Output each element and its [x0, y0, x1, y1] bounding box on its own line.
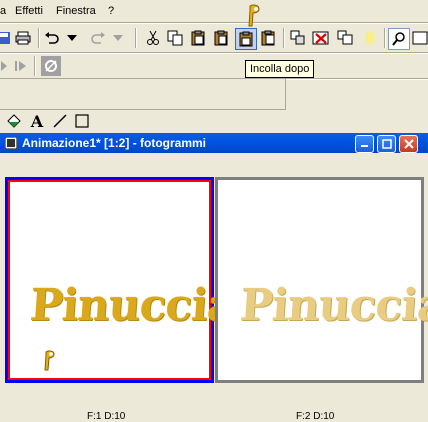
paste-icon[interactable]: [211, 28, 231, 48]
frame-thumbnail-2[interactable]: Pinuccia: [215, 177, 428, 383]
play-icon[interactable]: [11, 56, 31, 76]
fill-bucket-icon[interactable]: [4, 111, 24, 131]
property-bar: [0, 79, 286, 110]
delete-frame-icon[interactable]: [311, 28, 331, 48]
wizard-icon[interactable]: [360, 28, 380, 48]
maximize-button[interactable]: [377, 135, 396, 153]
paste-after-icon[interactable]: [235, 28, 257, 50]
cut-icon[interactable]: [143, 28, 163, 48]
insert-frame-icon[interactable]: [335, 28, 355, 48]
undo-icon[interactable]: [42, 28, 62, 48]
menu-effects[interactable]: Effetti: [15, 5, 43, 17]
drawing-toolbar: A: [0, 110, 110, 132]
duplicate-frame-icon[interactable]: [288, 28, 308, 48]
frame-1-caption: F:1 D:10: [87, 411, 126, 422]
undo-dropdown-icon[interactable]: [62, 28, 82, 48]
animation-window: Animazione1* [1:2] - fotogrammi Pinuccia…: [0, 133, 428, 422]
redo-dropdown-icon[interactable]: [108, 28, 128, 48]
line-tool-icon[interactable]: [50, 111, 70, 131]
text-tool-icon[interactable]: A: [27, 111, 47, 131]
standard-toolbar: [0, 24, 428, 52]
redo-icon[interactable]: [88, 28, 108, 48]
playback-toolbar: [0, 54, 428, 78]
frame-2-text: Pinuccia: [238, 280, 428, 331]
view-icon[interactable]: [410, 28, 428, 48]
window-title: Animazione1* [1:2] - fotogrammi: [22, 136, 207, 150]
frame-1-text: Pinuccia: [28, 280, 237, 331]
frames-area: Pinuccia Pinuccia F:1 D:10 F:2 D:10: [0, 153, 428, 422]
zoom-icon[interactable]: [388, 28, 410, 50]
frame-thumbnail-1[interactable]: Pinuccia: [5, 177, 236, 383]
frame-2-caption: F:2 D:10: [296, 411, 335, 422]
save-icon[interactable]: [0, 28, 14, 48]
menu-bar: a Effetti Finestra ?: [0, 0, 428, 22]
rectangle-tool-icon[interactable]: [72, 111, 92, 131]
cursor-icon: [244, 4, 262, 28]
tooltip: Incolla dopo: [245, 60, 315, 78]
print-icon[interactable]: [13, 28, 33, 48]
menu-window[interactable]: Finestra: [56, 5, 96, 17]
menu-edit-fragment[interactable]: a: [0, 5, 6, 17]
minimize-button[interactable]: [355, 135, 374, 153]
cursor-icon: [41, 350, 55, 372]
copy-icon[interactable]: [165, 28, 185, 48]
menu-help[interactable]: ?: [108, 5, 114, 17]
app-icon[interactable]: [5, 137, 17, 149]
loop-icon[interactable]: [41, 56, 61, 76]
paste-into-icon[interactable]: [258, 28, 278, 48]
paste-before-icon[interactable]: [188, 28, 208, 48]
window-titlebar[interactable]: Animazione1* [1:2] - fotogrammi: [0, 133, 428, 153]
close-button[interactable]: [399, 135, 418, 153]
